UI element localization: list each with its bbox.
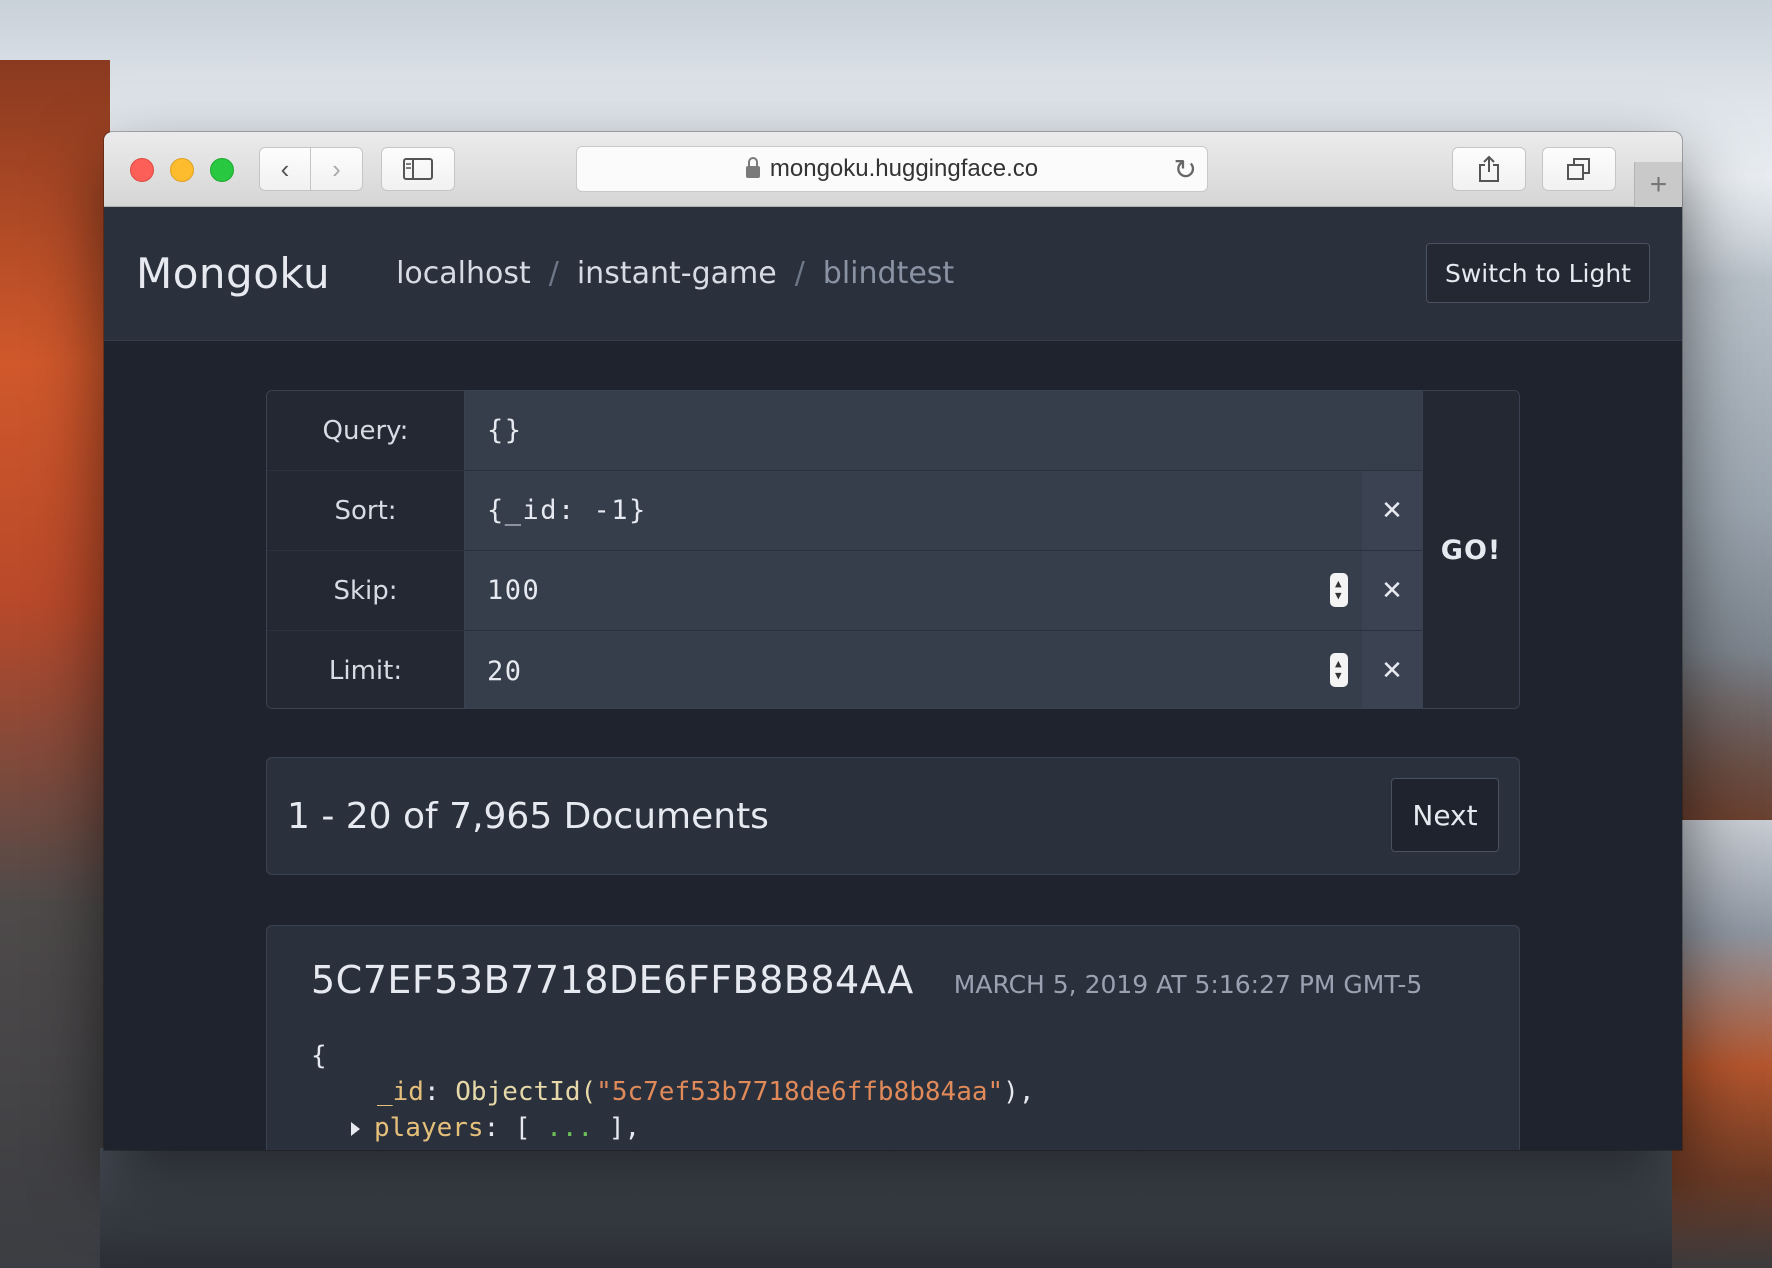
reload-icon[interactable]: ↻ xyxy=(1174,153,1197,186)
limit-value: 20 xyxy=(487,655,523,687)
document-header: 5C7EF53B7718DE6FFB8B84AA MARCH 5, 2019 A… xyxy=(311,958,1475,1002)
document-card: 5C7EF53B7718DE6FFB8B84AA MARCH 5, 2019 A… xyxy=(266,925,1520,1150)
tabs-icon xyxy=(1567,158,1590,180)
json-objectid-close: ), xyxy=(1003,1077,1035,1107)
clear-limit-button[interactable]: ✕ xyxy=(1362,631,1422,708)
chevron-right-icon: › xyxy=(332,153,341,184)
document-date: MARCH 5, 2019 AT 5:16:27 PM GMT-5 xyxy=(953,970,1423,999)
history-nav: ‹ › xyxy=(259,147,364,191)
json-array-close: ], xyxy=(608,1113,641,1143)
sort-row: Sort: {_id: -1} ✕ xyxy=(267,471,1422,551)
skip-row: Skip: 100 ▲ ▼ ✕ xyxy=(267,551,1422,631)
breadcrumb-separator: / xyxy=(794,256,805,291)
wallpaper-cliff-left xyxy=(0,60,110,1268)
address-text: mongoku.huggingface.co xyxy=(769,155,1039,182)
browser-toolbar: ‹ › mongoku.huggingface.co ↻ + xyxy=(104,132,1682,207)
results-summary: 1 - 20 of 7,965 Documents xyxy=(287,795,769,837)
document-id[interactable]: 5C7EF53B7718DE6FFB8B84AA xyxy=(311,958,914,1002)
clear-skip-button[interactable]: ✕ xyxy=(1362,551,1422,630)
sidebar-icon xyxy=(403,158,433,180)
limit-row: Limit: 20 ▲ ▼ ✕ xyxy=(267,631,1422,708)
close-icon: ✕ xyxy=(1381,656,1403,686)
chevron-left-icon: ‹ xyxy=(280,153,290,184)
json-players-line[interactable]: players: [ ... ], xyxy=(311,1110,1475,1146)
query-label: Query: xyxy=(267,391,465,470)
breadcrumb-database[interactable]: instant-game xyxy=(577,256,777,291)
skip-value: 100 xyxy=(487,575,541,606)
results-pagination-bar: 1 - 20 of 7,965 Documents Next xyxy=(266,757,1520,875)
sort-input[interactable]: {_id: -1} xyxy=(465,471,1362,550)
forward-button[interactable]: › xyxy=(311,147,363,191)
skip-stepper[interactable]: ▲ ▼ xyxy=(1330,573,1348,607)
zoom-window-button[interactable] xyxy=(210,158,234,182)
chevron-down-icon: ▼ xyxy=(1334,669,1344,682)
close-icon: ✕ xyxy=(1381,495,1403,526)
wallpaper-mountain-right xyxy=(1667,820,1772,1268)
close-window-button[interactable] xyxy=(130,158,154,182)
query-form: Query: {} Sort: {_id: -1} ✕ Skip: 100 ▲ ▼… xyxy=(266,390,1520,709)
json-objectid-fn: ObjectId( xyxy=(455,1077,597,1107)
next-page-button[interactable]: Next xyxy=(1391,778,1499,852)
address-bar[interactable]: mongoku.huggingface.co ↻ xyxy=(576,146,1208,192)
mongoku-app: Mongoku localhost / instant-game / blind… xyxy=(104,207,1682,1150)
sort-label: Sort: xyxy=(267,471,465,550)
wallpaper-rocks-bottom xyxy=(100,1148,1672,1268)
breadcrumb-collection: blindtest xyxy=(822,256,955,291)
lock-icon xyxy=(745,157,760,178)
query-input[interactable]: {} xyxy=(465,391,1422,470)
sidebar-toggle-button[interactable] xyxy=(381,147,455,191)
limit-label: Limit: xyxy=(267,631,465,708)
skip-input[interactable]: 100 ▲ ▼ xyxy=(465,551,1362,630)
json-array-open: [ xyxy=(514,1113,531,1143)
json-key-id: _id xyxy=(377,1077,424,1107)
json-key-players: players xyxy=(374,1113,484,1143)
json-collapsed-ellipsis[interactable]: ... xyxy=(546,1113,593,1143)
chevron-down-icon: ▼ xyxy=(1334,589,1344,602)
query-row: Query: {} xyxy=(267,391,1422,471)
back-button[interactable]: ‹ xyxy=(259,147,311,191)
browser-window: ‹ › mongoku.huggingface.co ↻ + Mongoku l… xyxy=(104,132,1682,1150)
app-brand[interactable]: Mongoku xyxy=(136,249,330,298)
new-tab-button[interactable]: + xyxy=(1634,162,1682,207)
app-header: Mongoku localhost / instant-game / blind… xyxy=(104,207,1682,341)
limit-stepper[interactable]: ▲ ▼ xyxy=(1330,653,1348,687)
document-json: { _id: ObjectId("5c7ef53b7718de6ffb8b84a… xyxy=(311,1038,1475,1146)
breadcrumb-separator: / xyxy=(548,256,559,291)
breadcrumb-server[interactable]: localhost xyxy=(396,256,531,291)
limit-input[interactable]: 20 ▲ ▼ xyxy=(465,631,1362,708)
plus-icon: + xyxy=(1649,167,1668,201)
expand-caret-icon[interactable] xyxy=(351,1122,360,1136)
close-icon: ✕ xyxy=(1381,575,1403,606)
json-id-line: _id: ObjectId("5c7ef53b7718de6ffb8b84aa"… xyxy=(377,1077,1035,1107)
share-icon xyxy=(1479,155,1499,182)
switch-theme-button[interactable]: Switch to Light xyxy=(1425,243,1650,303)
skip-label: Skip: xyxy=(267,551,465,630)
go-button[interactable]: GO! xyxy=(1422,391,1519,708)
json-objectid-value: "5c7ef53b7718de6ffb8b84aa" xyxy=(596,1077,1004,1107)
show-tabs-button[interactable] xyxy=(1542,147,1616,191)
clear-sort-button[interactable]: ✕ xyxy=(1362,471,1422,550)
json-open-brace: { xyxy=(311,1041,327,1071)
minimize-window-button[interactable] xyxy=(170,158,194,182)
share-button[interactable] xyxy=(1452,147,1526,191)
